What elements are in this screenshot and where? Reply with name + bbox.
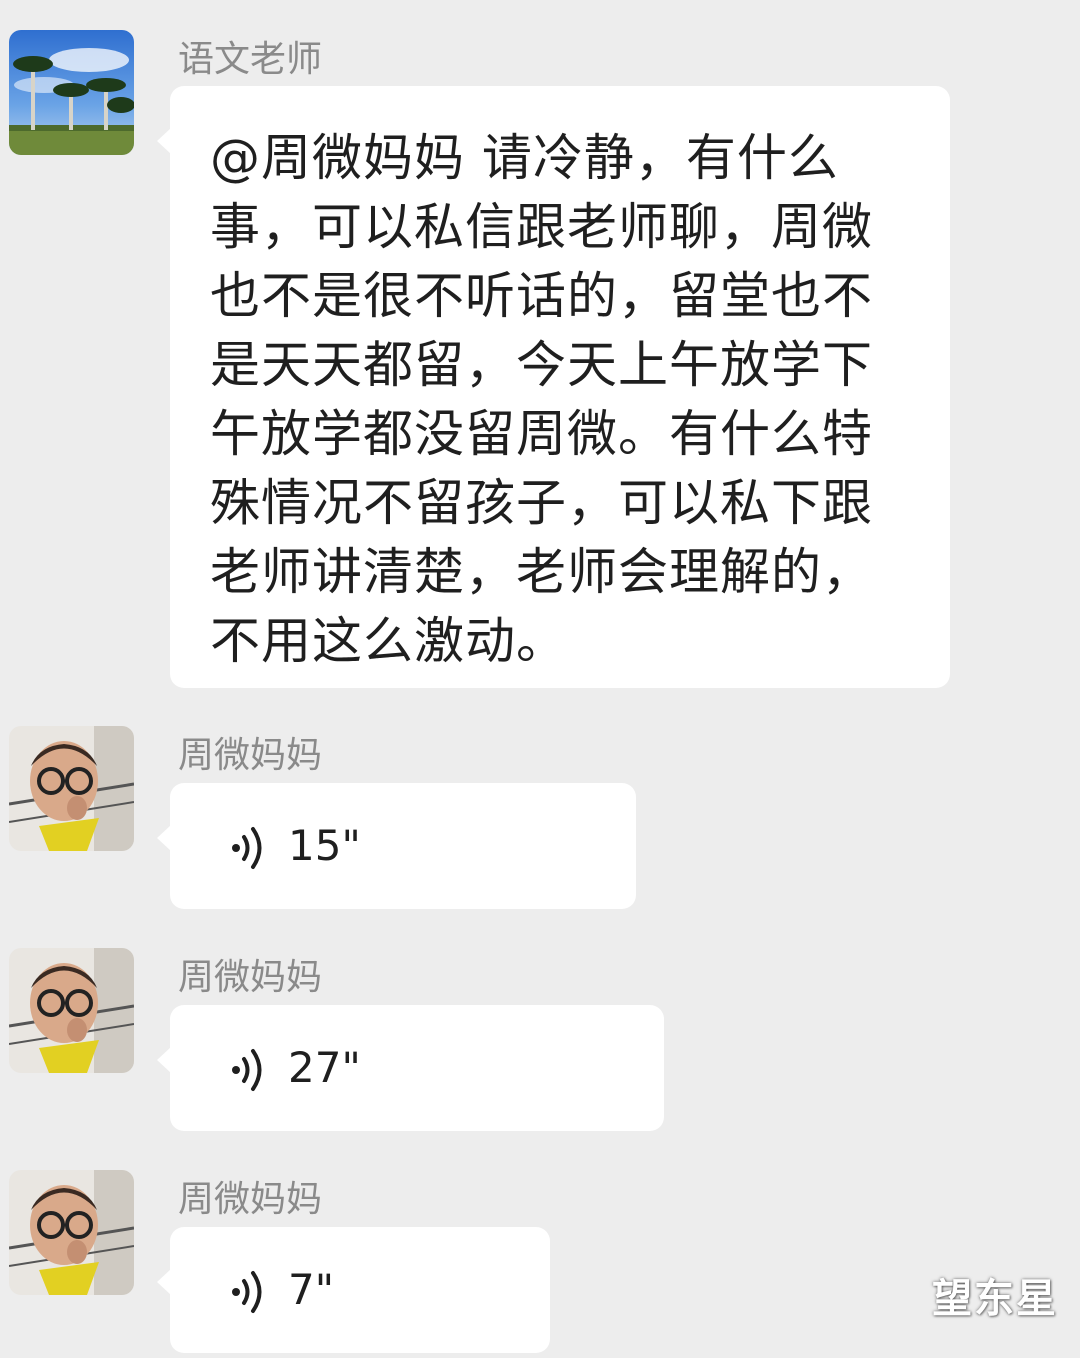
sender-name: 周微妈妈 xyxy=(178,1179,323,1220)
sender-name: 语文老师 xyxy=(178,39,323,80)
message-text: @周微妈妈 请冷静，有什么事，可以私信跟老师聊，周微也不是很不听话的，留堂也不是… xyxy=(210,129,873,670)
sender-name: 周微妈妈 xyxy=(178,957,323,998)
voice-wave-icon xyxy=(232,1271,262,1313)
sender-name: 周微妈妈 xyxy=(178,735,323,776)
watermark: 望东星 xyxy=(932,1276,1058,1322)
voice-wave-icon xyxy=(232,1049,262,1091)
voice-message-bubble[interactable]: 15" xyxy=(157,783,636,909)
parent-avatar[interactable] xyxy=(9,726,134,851)
text-message-bubble[interactable]: @周微妈妈 请冷静，有什么事，可以私信跟老师聊，周微也不是很不听话的，留堂也不是… xyxy=(157,86,950,688)
voice-message-bubble[interactable]: 7" xyxy=(157,1227,550,1353)
voice-duration: 15" xyxy=(288,821,361,870)
voice-wave-icon xyxy=(232,827,262,869)
teacher-avatar[interactable] xyxy=(9,30,134,155)
voice-duration: 27" xyxy=(288,1043,361,1092)
parent-avatar[interactable] xyxy=(9,948,134,1073)
voice-duration: 7" xyxy=(288,1265,335,1314)
parent-avatar[interactable] xyxy=(9,1170,134,1295)
voice-message-bubble[interactable]: 27" xyxy=(157,1005,664,1131)
